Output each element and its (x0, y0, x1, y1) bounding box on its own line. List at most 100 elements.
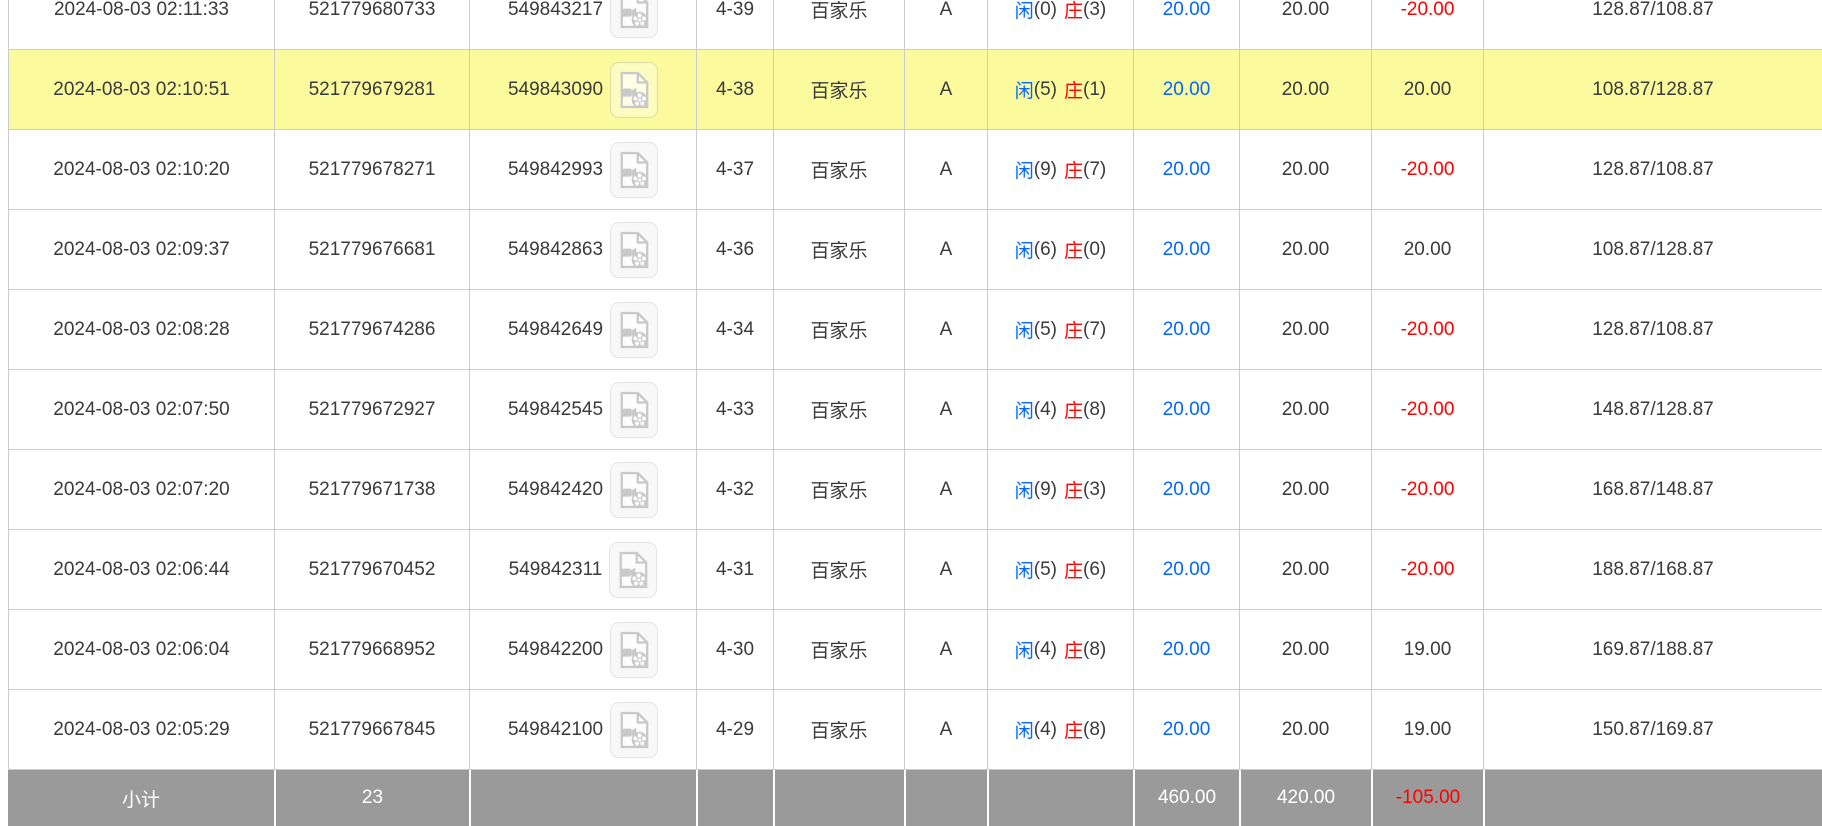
video-file-icon (618, 71, 650, 109)
valid-bet-amount: 20.00 (1239, 530, 1371, 609)
video-replay-button[interactable] (610, 0, 658, 38)
banker-label: 庄 (1064, 556, 1083, 583)
table-row[interactable]: 2024-08-03 02:11:33 521779680733 5498432… (8, 0, 1822, 50)
subtotal-valid-total: 420.00 (1239, 770, 1371, 826)
game-name: 百家乐 (773, 290, 904, 369)
game-result: 闲(9)庄(7) (987, 130, 1133, 209)
win-loss-amount: 20.00 (1371, 50, 1483, 129)
subtotal-count: 23 (274, 770, 469, 826)
balance-before-after: 148.87/128.87 (1483, 370, 1822, 449)
player-score: (5) (1034, 79, 1057, 101)
table-row[interactable]: 2024-08-03 02:10:51 521779679281 5498430… (8, 50, 1822, 130)
bet-amount: 20.00 (1133, 130, 1239, 209)
game-round-id: 549842420 (508, 479, 603, 501)
banker-label: 庄 (1064, 76, 1083, 103)
table-round-number: 4-39 (696, 0, 773, 49)
table-row[interactable]: 2024-08-03 02:07:50 521779672927 5498425… (8, 370, 1822, 450)
banker-score: (7) (1083, 319, 1106, 341)
balance-before-after: 128.87/108.87 (1483, 290, 1822, 369)
game-round-id-cell: 549842545 (469, 370, 696, 449)
table-row[interactable]: 2024-08-03 02:09:37 521779676681 5498428… (8, 210, 1822, 290)
game-name: 百家乐 (773, 0, 904, 49)
subtotal-empty-cell (773, 770, 904, 826)
subtotal-empty-cell (904, 770, 987, 826)
video-replay-button[interactable] (610, 222, 658, 278)
subtotal-empty-cell (987, 770, 1133, 826)
bet-id: 521779667845 (274, 690, 469, 769)
video-file-icon (617, 551, 649, 589)
valid-bet-amount: 20.00 (1239, 690, 1371, 769)
table-row[interactable]: 2024-08-03 02:10:20 521779678271 5498429… (8, 130, 1822, 210)
game-result: 闲(6)庄(0) (987, 210, 1133, 289)
table-row[interactable]: 2024-08-03 02:07:20 521779671738 5498424… (8, 450, 1822, 530)
video-replay-button[interactable] (610, 382, 658, 438)
player-score: (9) (1034, 479, 1057, 501)
balance-before-after: 169.87/188.87 (1483, 610, 1822, 689)
game-round-id: 549843217 (508, 0, 603, 21)
table-row[interactable]: 2024-08-03 02:05:29 521779667845 5498421… (8, 690, 1822, 770)
subtotal-win-loss-total: -105.00 (1371, 770, 1483, 826)
subtotal-empty-cell (696, 770, 773, 826)
table-round-number: 4-29 (696, 690, 773, 769)
game-round-id: 549843090 (508, 79, 603, 101)
player-label: 闲 (1015, 236, 1034, 263)
game-round-id-cell: 549842649 (469, 290, 696, 369)
banker-label: 庄 (1064, 236, 1083, 263)
game-round-id: 549842311 (509, 559, 603, 581)
game-result: 闲(4)庄(8) (987, 610, 1133, 689)
game-name: 百家乐 (773, 690, 904, 769)
bet-amount: 20.00 (1133, 610, 1239, 689)
bet-time: 2024-08-03 02:06:04 (8, 610, 274, 689)
video-replay-button[interactable] (610, 142, 658, 198)
table-code: A (904, 50, 987, 129)
bet-amount: 20.00 (1133, 290, 1239, 369)
table-row[interactable]: 2024-08-03 02:08:28 521779674286 5498426… (8, 290, 1822, 370)
table-rows: 2024-08-03 02:11:33 521779680733 5498432… (8, 0, 1822, 770)
win-loss-amount: 19.00 (1371, 610, 1483, 689)
video-replay-button[interactable] (610, 622, 658, 678)
valid-bet-amount: 20.00 (1239, 130, 1371, 209)
video-replay-button[interactable] (610, 462, 658, 518)
table-row[interactable]: 2024-08-03 02:06:44 521779670452 5498423… (8, 530, 1822, 610)
bet-amount: 20.00 (1133, 210, 1239, 289)
banker-label: 庄 (1064, 156, 1083, 183)
player-score: (6) (1034, 239, 1057, 261)
game-round-id: 549842863 (508, 239, 603, 261)
game-name: 百家乐 (773, 610, 904, 689)
game-name: 百家乐 (773, 530, 904, 609)
game-result: 闲(5)庄(1) (987, 50, 1133, 129)
bet-id: 521779672927 (274, 370, 469, 449)
game-round-id: 549842649 (508, 319, 603, 341)
table-round-number: 4-31 (696, 530, 773, 609)
banker-score: (8) (1083, 719, 1106, 741)
video-replay-button[interactable] (610, 302, 658, 358)
banker-label: 庄 (1064, 0, 1083, 23)
video-file-icon (618, 231, 650, 269)
banker-score: (8) (1083, 639, 1106, 661)
video-replay-button[interactable] (610, 62, 658, 118)
win-loss-amount: -20.00 (1371, 130, 1483, 209)
banker-score: (3) (1083, 0, 1106, 21)
bet-id: 521779670452 (274, 530, 469, 609)
balance-before-after: 168.87/148.87 (1483, 450, 1822, 529)
bet-amount: 20.00 (1133, 0, 1239, 49)
subtotal-empty-cell (469, 770, 696, 826)
game-round-id: 549842200 (508, 639, 603, 661)
balance-before-after: 108.87/128.87 (1483, 50, 1822, 129)
table-code: A (904, 290, 987, 369)
player-label: 闲 (1015, 316, 1034, 343)
banker-score: (7) (1083, 159, 1106, 181)
bet-id: 521779679281 (274, 50, 469, 129)
player-label: 闲 (1015, 396, 1034, 423)
win-loss-amount: -20.00 (1371, 450, 1483, 529)
player-label: 闲 (1015, 476, 1034, 503)
valid-bet-amount: 20.00 (1239, 370, 1371, 449)
video-replay-button[interactable] (610, 702, 658, 758)
video-file-icon (618, 711, 650, 749)
video-replay-button[interactable] (609, 542, 657, 598)
game-round-id: 549842100 (508, 719, 603, 741)
table-round-number: 4-34 (696, 290, 773, 369)
table-row[interactable]: 2024-08-03 02:06:04 521779668952 5498422… (8, 610, 1822, 690)
table-code: A (904, 210, 987, 289)
bet-id: 521779671738 (274, 450, 469, 529)
